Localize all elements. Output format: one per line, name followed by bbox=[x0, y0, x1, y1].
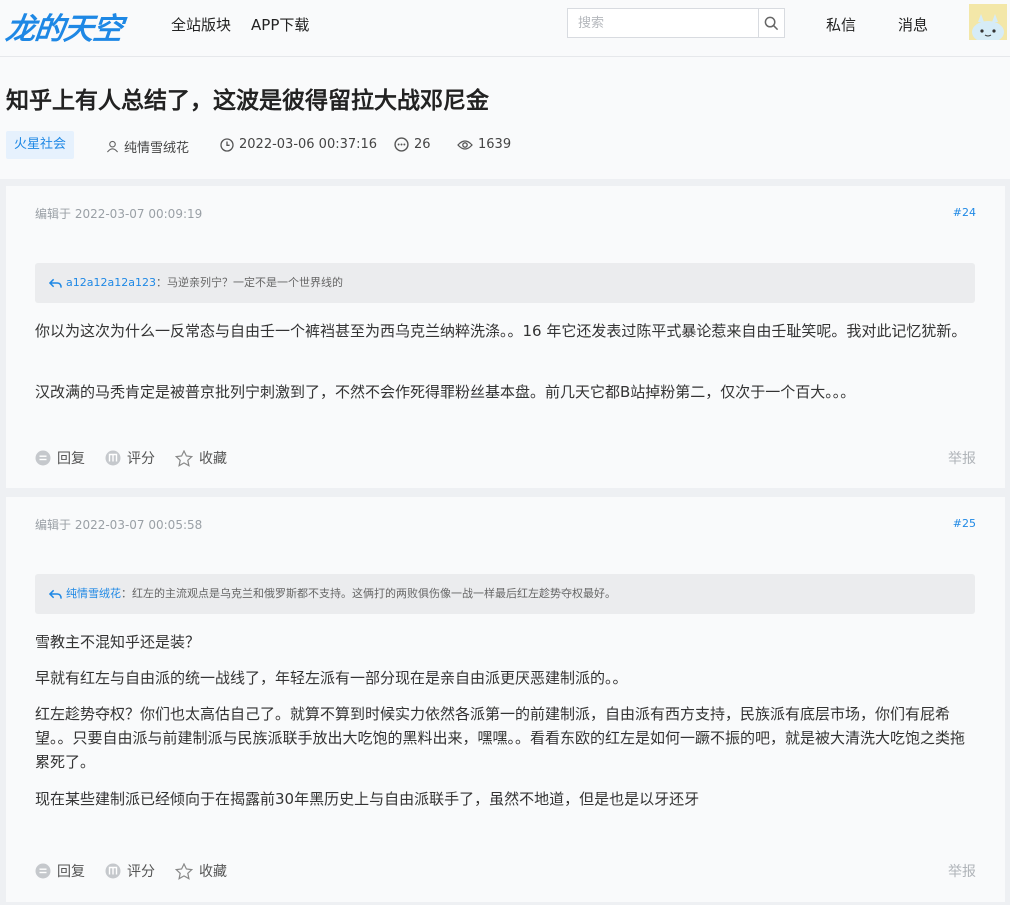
reply-button[interactable]: 回复 bbox=[35, 448, 85, 468]
post-card: 编辑于 2022-03-07 00:09:19 #24 a12a12a12a12… bbox=[6, 186, 1005, 488]
search-icon bbox=[764, 16, 779, 30]
star-icon bbox=[175, 862, 193, 880]
nav-app-download[interactable]: APP下载 bbox=[251, 14, 309, 35]
reply-label: 回复 bbox=[57, 864, 85, 880]
favorite-button[interactable]: 收藏 bbox=[175, 448, 227, 468]
main-nav: 全站版块 APP下载 bbox=[171, 14, 309, 35]
thread-datetime: 2022-03-06 00:37:16 bbox=[220, 137, 377, 152]
site-logo[interactable]: 龙的天空 bbox=[4, 4, 125, 48]
nav-all-boards[interactable]: 全站版块 bbox=[171, 14, 231, 35]
messages-link[interactable]: 私信 bbox=[826, 14, 856, 35]
reply-arrow-icon bbox=[48, 278, 62, 288]
post-floor-number[interactable]: #25 bbox=[953, 517, 976, 530]
rate-label: 评分 bbox=[127, 451, 155, 467]
search-box bbox=[567, 8, 785, 38]
post-paragraph: 早就有红左与自由派的统一战线了，年轻左派有一部分现在是亲自由派更厌恶建制派的。。 bbox=[35, 669, 628, 687]
eye-icon bbox=[457, 139, 473, 150]
report-link[interactable]: 举报 bbox=[948, 861, 976, 881]
notifications-link[interactable]: 消息 bbox=[898, 14, 928, 35]
quote-block: a12a12a12a123：马逆亲列宁？一定不是一个世界线的 bbox=[35, 263, 975, 303]
quote-text: ：马逆亲列宁？一定不是一个世界线的 bbox=[155, 276, 343, 289]
post-actions: 回复 评分 收藏 bbox=[35, 448, 227, 468]
post-card: 编辑于 2022-03-07 00:05:58 #25 纯情雪绒花：红左的主流观… bbox=[6, 497, 1005, 902]
user-icon bbox=[106, 140, 119, 153]
view-count: 1639 bbox=[478, 137, 512, 152]
post-paragraph: 你以为这次为什么一反常态与自由壬一个裤裆甚至为西乌克兰纳粹洗涤。。16 年它还发… bbox=[35, 322, 967, 340]
reply-icon bbox=[35, 450, 51, 466]
comment-icon bbox=[394, 137, 409, 152]
favorite-button[interactable]: 收藏 bbox=[175, 861, 227, 881]
datetime-text: 2022-03-06 00:37:16 bbox=[239, 137, 378, 152]
quote-block: 纯情雪绒花：红左的主流观点是乌克兰和俄罗斯都不支持。这俩打的两败俱伤像一战一样最… bbox=[35, 574, 975, 614]
thread-replies: 26 bbox=[394, 137, 431, 152]
star-icon bbox=[175, 449, 193, 467]
rate-icon bbox=[105, 450, 121, 466]
author-name: 纯情雪绒花 bbox=[124, 141, 190, 156]
thread-author[interactable]: 纯情雪绒花 bbox=[106, 137, 189, 156]
post-paragraph: 汉改满的马秃肯定是被普京批列宁刺激到了，不然不会作死得罪粉丝基本盘。前几天它都B… bbox=[35, 383, 856, 401]
reply-count: 26 bbox=[414, 137, 431, 152]
post-paragraph: 雪教主不混知乎还是装？ bbox=[35, 633, 201, 651]
clock-icon bbox=[220, 137, 234, 152]
post-paragraph: 红左趁势夺权？你们也太高估自己了。就算不算到时候实力依然各派第一的前建制派，自由… bbox=[35, 705, 966, 771]
rate-button[interactable]: 评分 bbox=[105, 861, 155, 881]
post-floor-number[interactable]: #24 bbox=[953, 206, 976, 219]
rate-label: 评分 bbox=[127, 864, 155, 880]
reply-icon bbox=[35, 863, 51, 879]
reply-label: 回复 bbox=[57, 451, 85, 467]
rate-icon bbox=[105, 863, 121, 879]
favorite-label: 收藏 bbox=[199, 864, 227, 880]
search-input[interactable] bbox=[568, 9, 758, 37]
quote-user[interactable]: a12a12a12a123 bbox=[66, 276, 156, 289]
report-link[interactable]: 举报 bbox=[948, 448, 976, 468]
board-tag[interactable]: 火星社会 bbox=[6, 131, 75, 159]
thread-views: 1639 bbox=[457, 137, 511, 152]
favorite-label: 收藏 bbox=[199, 451, 227, 467]
quote-text: ：红左的主流观点是乌克兰和俄罗斯都不支持。这俩打的两败俱伤像一战一样最后红左趁势… bbox=[121, 587, 616, 600]
post-edited-time: 编辑于 2022-03-07 00:05:58 bbox=[35, 518, 203, 532]
search-button[interactable] bbox=[758, 9, 784, 37]
avatar[interactable] bbox=[969, 4, 1007, 40]
page-title: 知乎上有人总结了，这波是彼得留拉大战邓尼金 bbox=[6, 88, 489, 114]
thread-header: 知乎上有人总结了，这波是彼得留拉大战邓尼金 火星社会 纯情雪绒花 2022-03… bbox=[0, 57, 1010, 179]
top-bar: 龙的天空 全站版块 APP下载 私信 消息 bbox=[0, 0, 1010, 57]
quote-user[interactable]: 纯情雪绒花 bbox=[66, 587, 121, 600]
rate-button[interactable]: 评分 bbox=[105, 448, 155, 468]
post-paragraph: 现在某些建制派已经倾向于在揭露前30年黑历史上与自由派联手了，虽然不地道，但是也… bbox=[35, 790, 700, 808]
reply-button[interactable]: 回复 bbox=[35, 861, 85, 881]
reply-arrow-icon bbox=[48, 589, 62, 599]
post-actions: 回复 评分 收藏 bbox=[35, 861, 227, 881]
post-edited-time: 编辑于 2022-03-07 00:09:19 bbox=[35, 207, 203, 221]
